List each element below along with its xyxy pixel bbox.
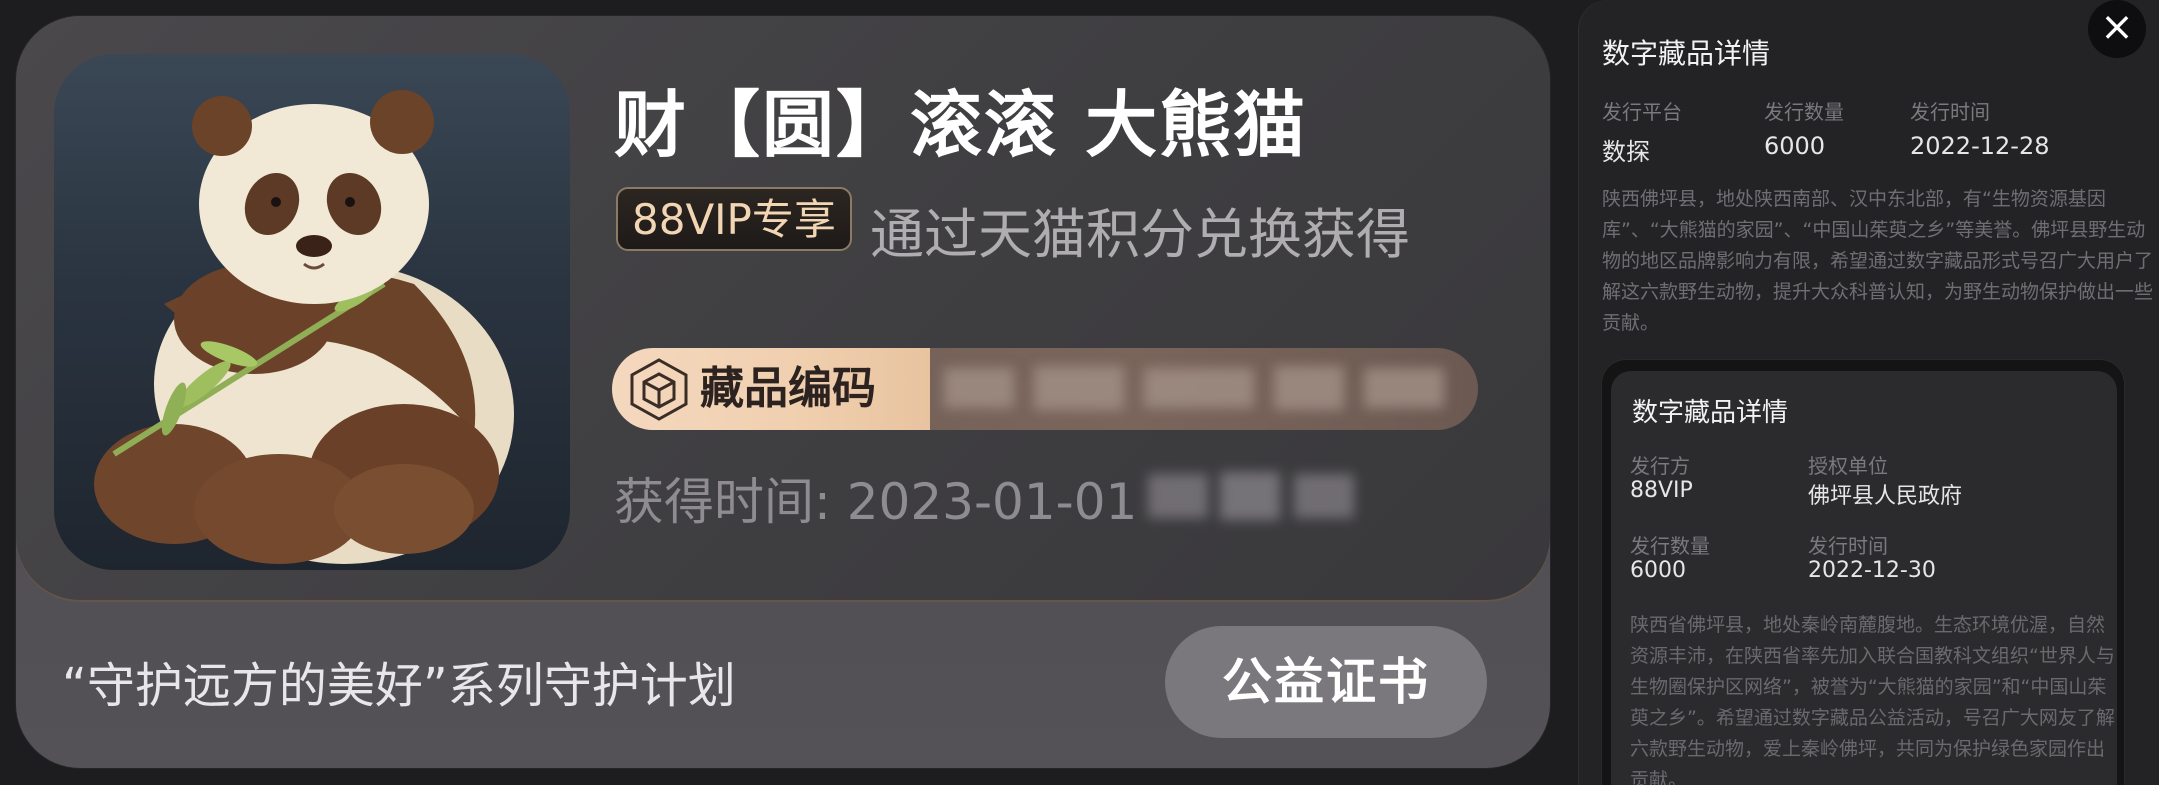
screen: 财【圆】滚滚 大熊猫 88VIP专享 通过天猫积分兑换获得 藏品编码 获得时间:… xyxy=(0,0,2159,785)
meta-value-platform: 数探 xyxy=(1602,138,1650,166)
vip-badge: 88VIP专享 xyxy=(616,187,852,251)
acquired-time: 获得时间: 2023-01-01 xyxy=(614,473,1138,531)
collectible-code-redacted xyxy=(944,362,1444,416)
close-icon: × xyxy=(2100,4,2134,50)
inner-card-description: 陕西省佛坪县，地处秦岭南麓腹地。生态环境优渥，自然资源丰沛，在陕西省率先加入联合… xyxy=(1630,614,2115,785)
code-label-text: 藏品编码 xyxy=(700,363,876,414)
meta-label-platform: 发行平台 xyxy=(1602,100,1682,124)
code-label-tag: 藏品编码 xyxy=(612,348,930,430)
series-plan-text: “守护远方的美好”系列守护计划 xyxy=(62,658,736,714)
inner-value-issue-date: 2022-12-30 xyxy=(1808,558,1936,583)
certificate-button[interactable]: 公益证书 xyxy=(1165,626,1487,738)
meta-value-quantity: 6000 xyxy=(1764,132,1826,160)
inner-value-authorizer: 佛坪县人民政府 xyxy=(1808,484,1963,509)
cube-icon xyxy=(630,358,688,421)
inner-label-issuer: 发行方 xyxy=(1630,454,1690,478)
collectible-code-bar: 藏品编码 xyxy=(612,348,1478,430)
inner-value-issuer: 88VIP xyxy=(1630,478,1693,503)
acquisition-method: 通过天猫积分兑换获得 xyxy=(870,203,1410,266)
collectible-title: 财【圆】滚滚 大熊猫 xyxy=(614,83,1308,167)
meta-label-quantity: 发行数量 xyxy=(1764,100,1844,124)
panel-description: 陕西佛坪县，地处陕西南部、汉中东北部，有“生物资源基因库”、“大熊猫的家园”、“… xyxy=(1602,188,2154,334)
acquired-time-redacted xyxy=(1148,470,1354,522)
meta-label-issue-date: 发行时间 xyxy=(1910,100,1990,124)
inner-label-issue-date: 发行时间 xyxy=(1808,534,1888,558)
inner-card-title: 数字藏品详情 xyxy=(1632,398,1789,428)
inner-label-authorizer: 授权单位 xyxy=(1808,454,1888,478)
panda-artwork xyxy=(54,54,570,570)
close-button[interactable]: × xyxy=(2088,0,2146,58)
panel-title: 数字藏品详情 xyxy=(1602,37,1771,70)
meta-value-issue-date: 2022-12-28 xyxy=(1910,132,2050,160)
panda-illustration xyxy=(94,90,514,564)
inner-value-quantity: 6000 xyxy=(1630,558,1686,583)
inner-label-quantity: 发行数量 xyxy=(1630,534,1710,558)
